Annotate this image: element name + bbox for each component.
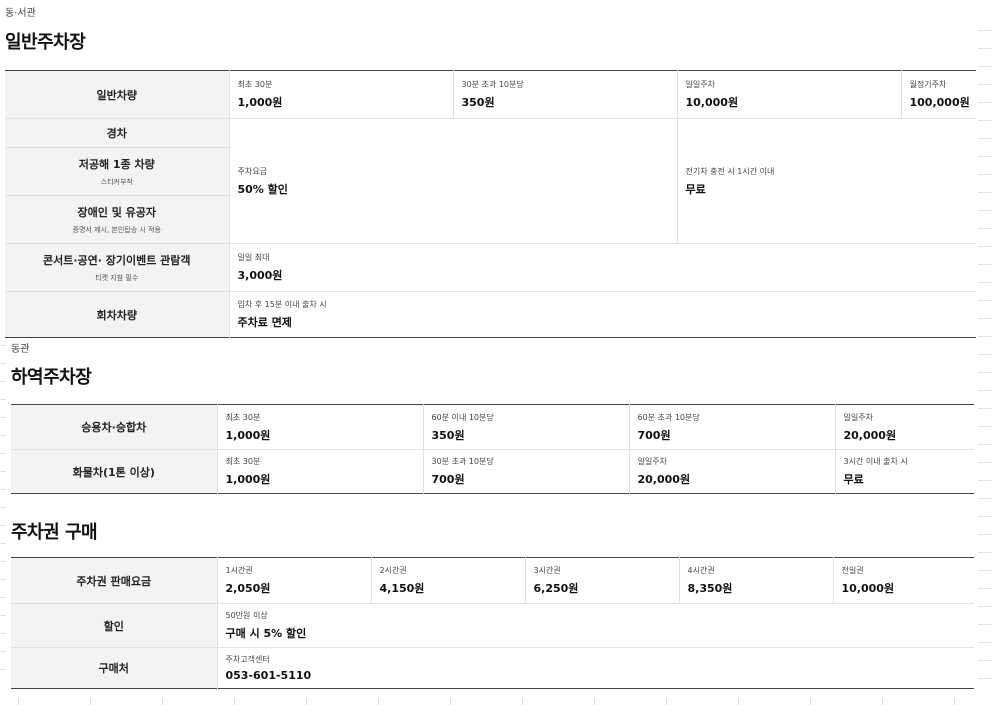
table-row: 경차 주차요금 50% 할인 전기차 충전 시 1시간 이내 무료 (5, 118, 976, 244)
row-header: 경차 (5, 118, 230, 148)
ev-cell: 전기차 충전 시 1시간 이내 무료 (676, 118, 976, 244)
fee-cell: 일일주차 20,000원 (628, 449, 835, 494)
fee-cell: 30분 초과 10분당 700원 (422, 449, 629, 494)
fee-cell: 일일주차 20,000원 (834, 404, 974, 450)
fee-cell: 일일주차 10,000원 (676, 70, 901, 119)
fee-cell: 월정기주차 100,000원 (900, 70, 976, 119)
fee-cell: 최초 30분 1,000원 (216, 449, 423, 494)
fee-cell: 주차고객센터 053-601-5110 (216, 647, 974, 689)
table-row: 승용차·승합차 최초 30분 1,000원 60분 이내 10분당 350원 60분… (11, 404, 974, 450)
fee-cell: 일일 최대 3,000원 (228, 243, 976, 292)
fee-cell: 최초 30분 1,000원 (216, 404, 423, 450)
table-row: 주차권 판매요금 1시간권 2,050원 2시간권 4,150원 3시간권 6,250… (11, 557, 974, 604)
section-title: 일반주차장 (5, 32, 86, 53)
fee-cell: 50만원 이상 구매 시 5% 할인 (216, 603, 974, 648)
section-title: 하역주차장 (11, 367, 92, 388)
fee-cell: 3시간 이내 출차 시 무료 (834, 449, 974, 494)
row-header: 회차차량 (5, 291, 230, 338)
general-parking-table: 일반차량 최초 30분 1,000원 30분 초과 10분당 350원 일일주차 10… (5, 70, 976, 338)
section-title: 주차권 구매 (11, 522, 98, 543)
row-header: 승용차·승합차 (11, 404, 218, 450)
fee-cell: 전일권 10,000원 (832, 557, 974, 604)
row-header: 콘서트·공연· 장기이벤트 관람객 티켓 지참 필수 (5, 243, 230, 292)
fee-cell: 1시간권 2,050원 (216, 557, 371, 604)
section-subtitle: 동관 (11, 344, 30, 355)
row-header: 주차권 판매요금 (11, 557, 218, 604)
fee-cell: 입차 후 15분 이내 출차 시 주차료 면제 (228, 291, 976, 338)
table-row: 화물차(1톤 이상) 최초 30분 1,000원 30분 초과 10분당 700원 … (11, 449, 974, 494)
loading-parking-table: 승용차·승합차 최초 30분 1,000원 60분 이내 10분당 350원 60분… (11, 404, 974, 494)
row-header: 할인 (11, 603, 218, 648)
right-margin-marks (974, 0, 992, 705)
table-row: 회차차량 입차 후 15분 이내 출차 시 주차료 면제 (5, 291, 976, 338)
fee-cell: 4시간권 8,350원 (678, 557, 833, 604)
bottom-tick-marks (18, 697, 973, 705)
table-row: 일반차량 최초 30분 1,000원 30분 초과 10분당 350원 일일주차 10… (5, 70, 976, 119)
row-header: 장애인 및 유공자 증명서 제시, 본인탑승 시 적용 (5, 195, 230, 244)
general-parking-section: 동·서관 일반주차장 일반차량 최초 30분 1,000원 30분 초과 10분당… (5, 4, 976, 338)
table-row: 구매처 주차고객센터 053-601-5110 (11, 647, 974, 689)
table-row: 콘서트·공연· 장기이벤트 관람객 티켓 지참 필수 일일 최대 3,000원 (5, 243, 976, 292)
fee-cell: 60분 이내 10분당 350원 (422, 404, 629, 450)
table-row: 할인 50만원 이상 구매 시 5% 할인 (11, 603, 974, 648)
section-subtitle: 동·서관 (5, 8, 36, 19)
fee-cell: 30분 초과 10분당 350원 (452, 70, 677, 119)
fee-cell: 최초 30분 1,000원 (228, 70, 453, 119)
row-header: 저공해 1종 차량 스티커부착 (5, 147, 230, 196)
fee-cell: 2시간권 4,150원 (370, 557, 525, 604)
ticket-purchase-table: 주차권 판매요금 1시간권 2,050원 2시간권 4,150원 3시간권 6,250… (11, 557, 974, 689)
loading-parking-section: 동관 하역주차장 승용차·승합차 최초 30분 1,000원 60분 이내 10분… (11, 340, 974, 494)
fee-cell: 3시간권 6,250원 (524, 557, 679, 604)
row-header: 화물차(1톤 이상) (11, 449, 218, 494)
ticket-purchase-section: 주차권 구매 주차권 판매요금 1시간권 2,050원 2시간권 4,150원 3시… (11, 518, 974, 689)
fee-cell: 60분 초과 10분당 700원 (628, 404, 835, 450)
discount-cell: 주차요금 50% 할인 (228, 118, 677, 244)
row-header: 구매처 (11, 647, 218, 689)
row-header: 일반차량 (5, 70, 230, 119)
